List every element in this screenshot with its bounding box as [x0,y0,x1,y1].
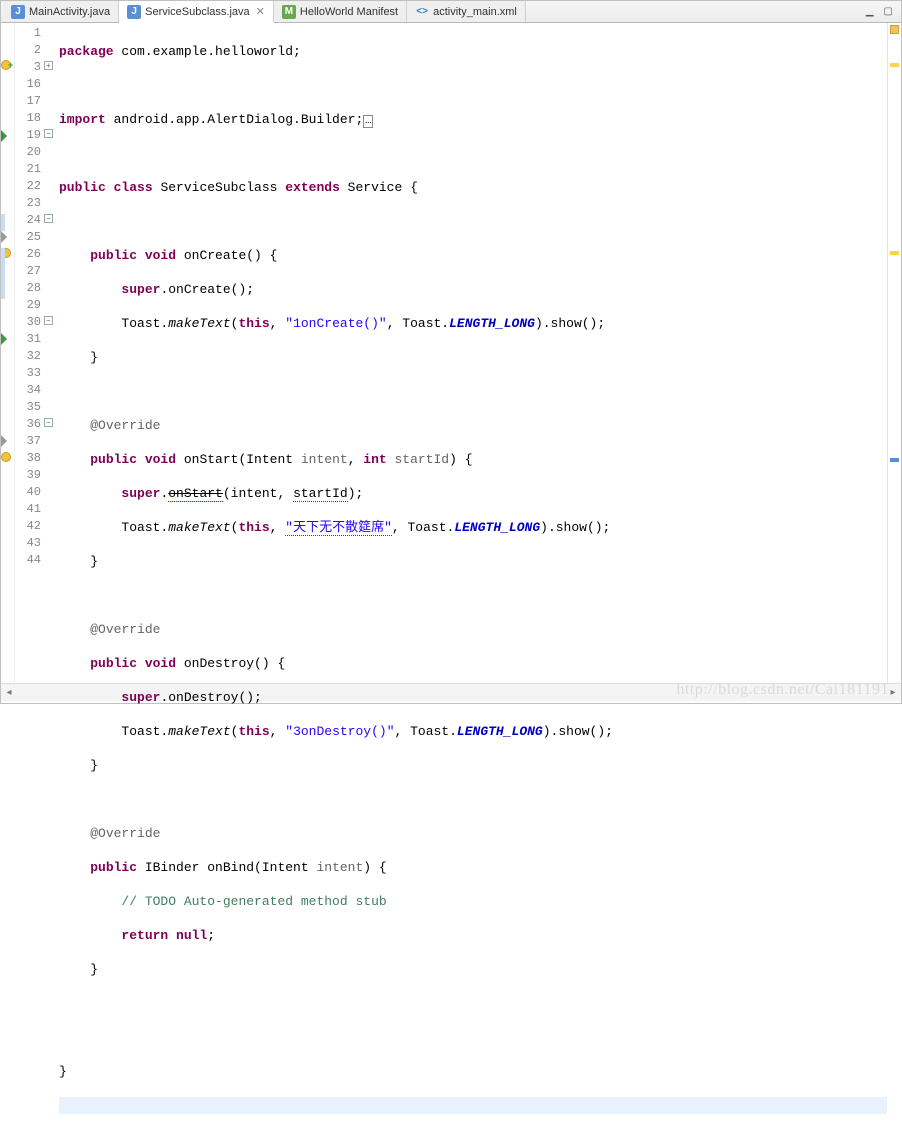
line-number: 38 [15,451,43,468]
line-number: 1 [15,26,43,43]
line-number: 32 [15,349,43,366]
line-number: 18 [15,111,43,128]
warning-marker-icon[interactable] [890,251,899,255]
line-number: 35 [15,400,43,417]
line-number: 42 [15,519,43,536]
change-marker-icon [1,265,5,282]
line-number: 25 [15,230,43,247]
fold-collapse-icon[interactable]: − [44,214,53,223]
change-marker-icon [1,214,5,231]
tab-manifest[interactable]: M HelloWorld Manifest [274,1,407,22]
line-number: 17 [15,94,43,111]
tab-servicesubclass[interactable]: J ServiceSubclass.java ✕ [119,1,274,23]
scroll-right-icon[interactable]: ▸ [885,687,901,698]
fold-expand-icon[interactable]: + [44,61,53,70]
line-number: 37 [15,434,43,451]
change-marker-icon [1,248,5,265]
java-file-icon: J [127,5,141,19]
line-number: 26 [15,247,43,264]
fold-collapse-icon[interactable]: − [44,316,53,325]
folded-import-icon[interactable]: … [363,115,373,128]
problems-indicator-icon[interactable] [890,25,899,34]
line-number: 23 [15,196,43,213]
minimize-button[interactable]: ▁ [866,6,874,17]
marker-ruler: + [1,23,15,683]
tab-label: HelloWorld Manifest [300,6,398,18]
tab-mainactivity[interactable]: J MainActivity.java [3,1,119,22]
maximize-button[interactable]: ▢ [884,6,893,17]
scroll-left-icon[interactable]: ◂ [1,687,17,698]
line-number: 24 [15,213,43,230]
tab-label: activity_main.xml [433,6,517,18]
line-number: 36 [15,417,43,434]
line-number: 19 [15,128,43,145]
code-editor: + 1 2 3 16 17 18 19 20 21 22 23 24 25 26… [1,23,901,683]
override-marker-icon [1,130,7,142]
line-number: 29 [15,298,43,315]
line-number: 21 [15,162,43,179]
line-number: 44 [15,553,43,570]
task-marker-icon[interactable] [890,458,899,462]
line-number-ruler[interactable]: 1 2 3 16 17 18 19 20 21 22 23 24 25 26 2… [15,23,43,683]
line-number: 27 [15,264,43,281]
warning-marker-icon[interactable] [890,63,899,67]
line-number: 41 [15,502,43,519]
override-marker-icon [1,435,7,447]
line-number: 34 [15,383,43,400]
fold-ruler[interactable]: + − − − − [43,23,55,683]
change-marker-icon [1,282,5,299]
line-number: 16 [15,77,43,94]
overview-ruler[interactable] [887,23,901,683]
line-number: 2 [15,43,43,60]
line-number: 31 [15,332,43,349]
override-marker-icon [1,333,7,345]
tab-label: ServiceSubclass.java [145,6,250,18]
line-number: 20 [15,145,43,162]
code-area[interactable]: package com.example.helloworld; import a… [55,23,887,683]
line-number: 28 [15,281,43,298]
fold-collapse-icon[interactable]: − [44,418,53,427]
line-number: 33 [15,366,43,383]
close-icon[interactable]: ✕ [256,5,265,18]
line-number: 30 [15,315,43,332]
tab-label: MainActivity.java [29,6,110,18]
line-number: 22 [15,179,43,196]
editor-tabbar: J MainActivity.java J ServiceSubclass.ja… [1,1,901,23]
override-marker-icon [1,231,7,243]
tab-activitymain[interactable]: <> activity_main.xml [407,1,526,22]
task-marker-icon[interactable] [1,452,11,462]
window-controls: ▁ ▢ [858,1,901,22]
java-file-icon: J [11,5,25,19]
line-number: 40 [15,485,43,502]
line-number: 39 [15,468,43,485]
manifest-file-icon: M [282,5,296,19]
line-number: 43 [15,536,43,553]
current-line [59,1097,887,1114]
expand-import-icon[interactable]: + [8,60,21,73]
xml-file-icon: <> [415,5,429,19]
fold-collapse-icon[interactable]: − [44,129,53,138]
